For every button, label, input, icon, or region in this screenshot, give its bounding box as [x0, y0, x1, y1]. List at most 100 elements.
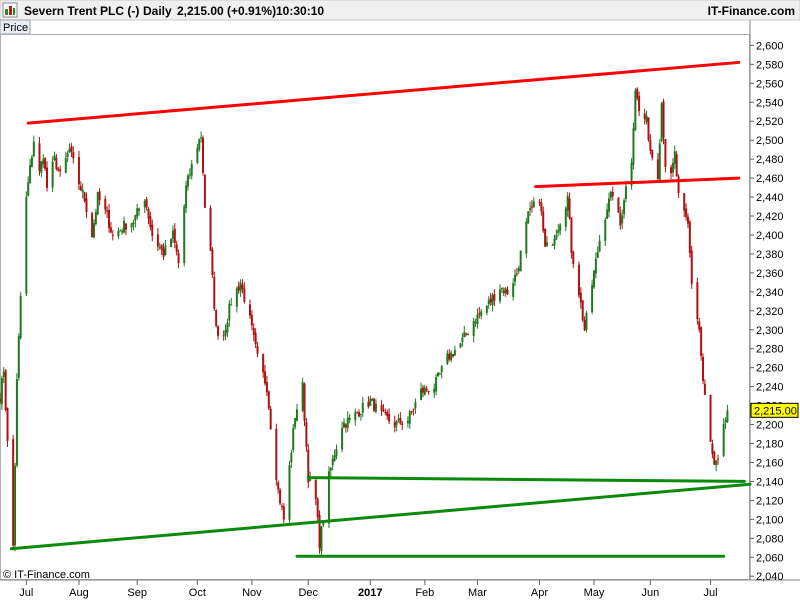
candle-body [423, 387, 426, 395]
candle-body [686, 216, 689, 224]
candle-body [359, 413, 362, 415]
x-tick-label: Nov [242, 587, 262, 599]
candle-body [572, 251, 575, 265]
candle-body [44, 158, 47, 169]
candle-body [438, 372, 441, 374]
candle-body [410, 410, 413, 412]
candle-body [294, 418, 297, 428]
candle-body [647, 117, 650, 141]
candle-body [314, 479, 317, 499]
candle-body [342, 422, 345, 428]
candle-body [638, 96, 641, 112]
candle-body [386, 412, 389, 417]
candle-body [158, 247, 161, 249]
candle-body [463, 332, 466, 338]
candle-body [406, 420, 409, 424]
candle-body [500, 287, 503, 290]
candle-body [726, 410, 729, 422]
y-tick-label: 2,340 [756, 287, 784, 299]
candle-body [649, 140, 652, 151]
candle-body [671, 163, 674, 173]
candle-body [224, 330, 227, 336]
candle-body [453, 350, 456, 356]
candle-body [420, 388, 423, 400]
candle-body [579, 292, 582, 303]
candle-body [577, 264, 580, 296]
candle-body [145, 199, 148, 208]
candle-body [525, 221, 528, 254]
y-tick-label: 2,580 [756, 59, 784, 71]
candle-body [566, 195, 569, 211]
x-tick-label: Oct [189, 587, 206, 599]
candle-body [623, 200, 626, 215]
candle-body [40, 161, 43, 173]
candle-body [57, 168, 60, 171]
candle-body [19, 296, 22, 339]
candle-body [393, 422, 396, 428]
candle-body [241, 284, 244, 289]
x-tick-label: Dec [298, 587, 318, 599]
candle-body [624, 186, 627, 199]
candle-body [598, 240, 601, 252]
candle-body [269, 408, 272, 430]
x-tick-label: 2017 [358, 587, 382, 599]
candle-body [335, 449, 338, 457]
candle-body [2, 371, 5, 377]
candle-body [474, 322, 477, 324]
candle-body [530, 206, 533, 208]
candle-body [108, 210, 111, 228]
candle-body [380, 405, 383, 411]
candle-body [408, 411, 411, 424]
candle-body [401, 423, 404, 425]
candle-body [70, 146, 73, 152]
candle-body [160, 245, 163, 250]
candle-body [467, 333, 470, 336]
candle-body [384, 412, 387, 414]
candle-body [132, 222, 135, 225]
candle-body [592, 270, 595, 288]
x-tick-label: Jul [703, 587, 717, 599]
candle-body [702, 356, 705, 382]
candle-body [85, 198, 88, 212]
candle-body [540, 202, 543, 212]
candle-body [151, 224, 154, 236]
candle-body [636, 88, 639, 99]
candle-body [239, 282, 242, 292]
candle-body [4, 370, 7, 410]
candle-body [42, 159, 45, 165]
candle-body [670, 167, 673, 174]
time-label: 10:30:10 [276, 4, 324, 18]
x-tick-label: Mar [468, 587, 487, 599]
candle-body [658, 143, 661, 181]
candle-body [673, 151, 676, 164]
y-tick-label: 2,200 [756, 420, 784, 432]
candle-body [436, 372, 439, 377]
y-tick-label: 2,160 [756, 457, 784, 469]
candle-body [529, 208, 532, 211]
x-tick-label: Jul [19, 587, 33, 599]
candle-body [344, 424, 347, 428]
y-tick-label: 2,400 [756, 230, 784, 242]
y-tick-label: 2,080 [756, 533, 784, 545]
candle-body [14, 465, 17, 546]
candle-body [596, 251, 599, 258]
candle-body [502, 290, 505, 293]
candle-body [170, 239, 173, 248]
candle-body [373, 398, 376, 411]
candle-body [361, 402, 364, 413]
candle-body [316, 498, 319, 517]
candle-body [358, 412, 361, 417]
brand-label: IT-Finance.com [708, 4, 795, 18]
candle-body [677, 176, 680, 194]
candle-body [290, 452, 293, 463]
candle-body [538, 202, 541, 204]
candle-body [173, 228, 176, 243]
candle-body [106, 210, 109, 212]
candle-body [395, 421, 398, 425]
candle-body [66, 153, 69, 158]
candle-body [230, 304, 233, 306]
candle-body [331, 458, 334, 466]
candle-body [527, 211, 530, 224]
candle-body [109, 227, 112, 233]
candle-body [621, 215, 624, 224]
